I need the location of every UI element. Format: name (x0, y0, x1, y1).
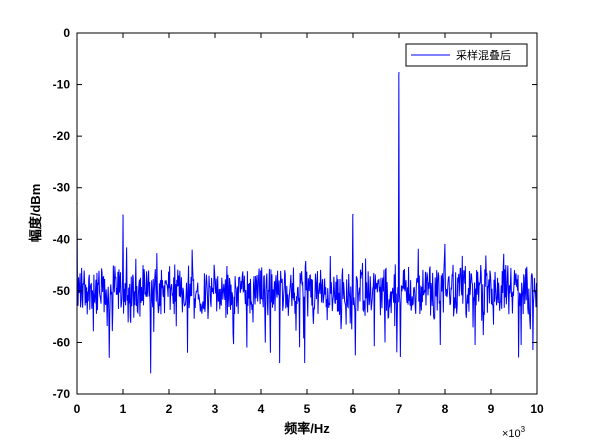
x-tick-label: 7 (396, 402, 403, 416)
series-peak-point (122, 214, 124, 216)
series-peak-point (444, 243, 446, 246)
x-exponent-power: 3 (521, 425, 526, 434)
x-tick-label: 9 (488, 402, 495, 416)
x-axis-label: 频率/Hz (284, 421, 330, 436)
x-tick-label: 0 (74, 402, 81, 416)
y-tick-label: -30 (53, 181, 71, 195)
y-tick-label: -40 (53, 232, 71, 246)
x-tick-label: 5 (304, 402, 311, 416)
series-peak-point (398, 72, 400, 74)
x-tick-label: 6 (350, 402, 357, 416)
legend-entry: 采样混叠后 (456, 48, 511, 62)
y-tick-label: -60 (53, 335, 71, 349)
y-tick-label: 0 (63, 26, 70, 40)
spectrum-figure: 0 1 2 3 4 5 6 7 8 9 10 0 -10 -20 -30 -40 -50 -60 -70 频率/Hz… (0, 0, 593, 443)
x-tick-label: 10 (530, 402, 544, 416)
x-tick-label: 1 (120, 402, 127, 416)
y-tick-label: -50 (53, 284, 71, 298)
y-axis-label: 幅度/dBm (28, 184, 43, 243)
x-tick-label: 3 (212, 402, 219, 416)
x-tick-label: 2 (166, 402, 173, 416)
x-tick-label: 4 (258, 402, 265, 416)
y-tick-label: -10 (53, 78, 71, 92)
series-peak-point (352, 213, 354, 216)
x-tick-label: 8 (442, 402, 449, 416)
y-tick-label: -70 (53, 387, 71, 401)
y-tick-label: -20 (53, 129, 71, 143)
x-exponent-base: ×10 (502, 428, 521, 440)
legend: 采样混叠后 (405, 43, 528, 67)
plot-area (77, 33, 537, 394)
